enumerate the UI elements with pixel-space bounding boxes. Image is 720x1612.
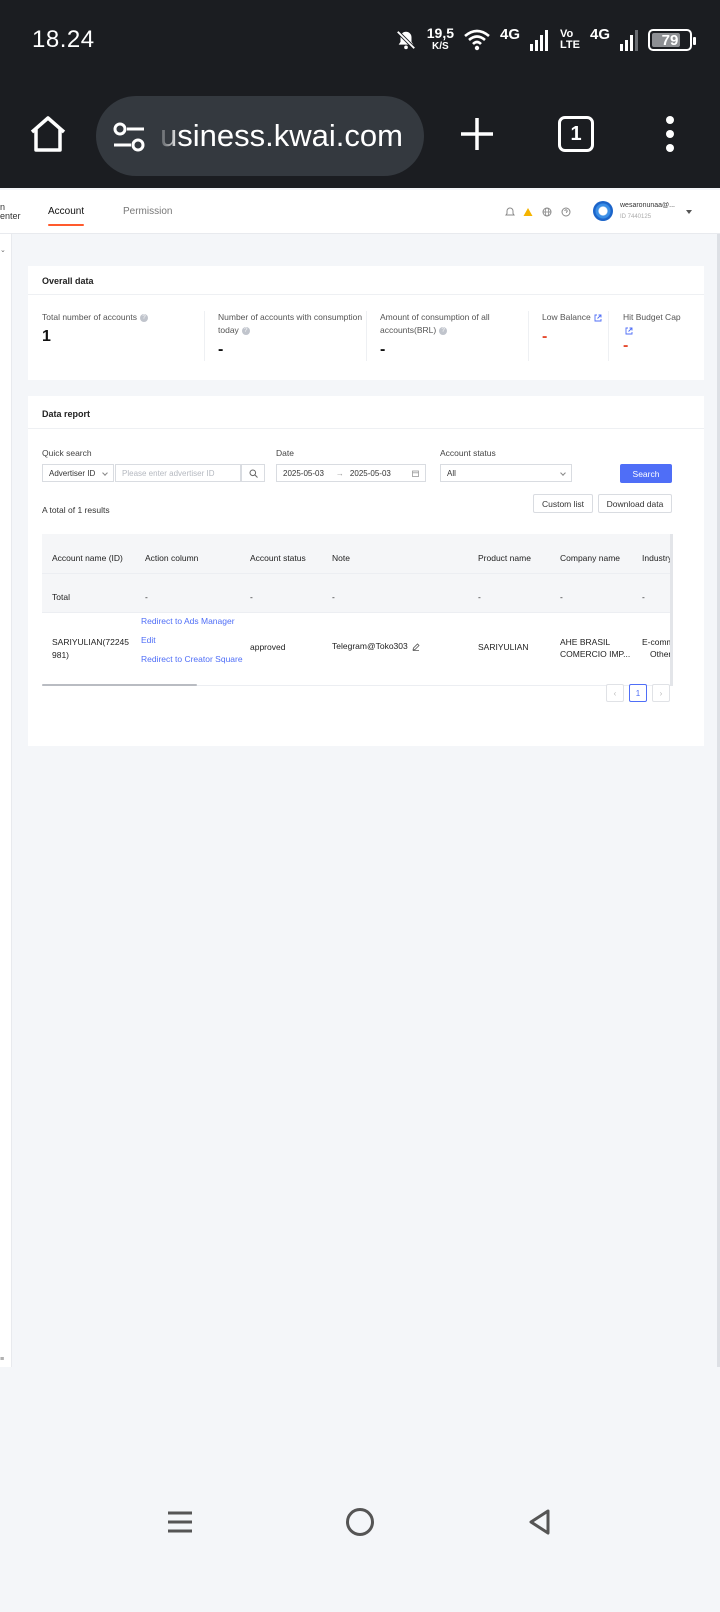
volte-indicator: Vo LTE xyxy=(560,28,580,51)
avatar[interactable] xyxy=(593,201,613,221)
quick-search-label: Quick search xyxy=(42,448,92,458)
tab-switcher-button[interactable]: 1 xyxy=(558,116,594,152)
network-type-2: 4G xyxy=(589,25,610,43)
pagination-prev[interactable]: ‹ xyxy=(606,684,624,702)
home-button-icon[interactable] xyxy=(346,1508,374,1536)
app-logo: n enter xyxy=(0,202,21,221)
custom-list-button[interactable]: Custom list xyxy=(533,494,593,513)
stat-low-balance: Low Balance - xyxy=(542,311,608,346)
status-icons: 19,5 K/S 4G Vo LTE 4G 79 xyxy=(395,24,696,56)
edit-pencil-icon[interactable] xyxy=(412,643,420,651)
redirect-creator-square-link[interactable]: Redirect to Creator Square xyxy=(141,654,243,664)
app-header: n enter Account Permission wesaronunaa@.… xyxy=(0,190,720,234)
column-header: Account status xyxy=(250,553,306,563)
help-icon[interactable]: ? xyxy=(241,326,250,335)
data-report-card: Data report Quick search Advertiser ID P… xyxy=(28,396,704,746)
search-type-select[interactable]: Advertiser ID xyxy=(42,464,114,482)
redirect-ads-manager-link[interactable]: Redirect to Ads Manager xyxy=(141,616,235,626)
globe-icon[interactable] xyxy=(542,207,552,217)
tab-permission[interactable]: Permission xyxy=(123,206,172,217)
result-count: A total of 1 results xyxy=(42,505,110,515)
total-cell: - xyxy=(250,592,253,602)
search-button[interactable]: Search xyxy=(620,464,672,483)
user-email[interactable]: wesaronunaa@... xyxy=(620,202,682,209)
download-data-button[interactable]: Download data xyxy=(598,494,672,513)
help-icon[interactable]: ? xyxy=(139,313,148,322)
external-link-icon[interactable] xyxy=(594,314,602,322)
help-icon[interactable]: ? xyxy=(439,326,448,335)
network-speed: 19,5 K/S xyxy=(426,25,454,52)
overall-data-card: Overall data Total number of accounts? 1… xyxy=(28,266,704,380)
pagination-page[interactable]: 1 xyxy=(629,684,647,702)
total-cell: - xyxy=(478,592,481,602)
overall-data-title: Overall data xyxy=(42,276,94,286)
site-settings-icon[interactable] xyxy=(112,120,146,154)
clock: 18.24 xyxy=(32,26,95,53)
sidebar-collapsed: ⌄ ≡ xyxy=(0,234,12,1367)
column-header: Account name (ID) xyxy=(52,553,123,563)
total-row-label: Total xyxy=(52,592,70,602)
search-icon-button[interactable] xyxy=(241,464,265,482)
back-icon[interactable] xyxy=(526,1508,554,1536)
date-range-picker[interactable]: 2025-05-03 → 2025-05-03 xyxy=(276,464,426,482)
data-report-title: Data report xyxy=(42,409,91,419)
system-nav-bar xyxy=(0,1480,720,1612)
chevron-down-icon[interactable] xyxy=(686,210,692,214)
total-cell: - xyxy=(642,592,645,602)
accounts-table: Account name (ID) Action column Account … xyxy=(42,534,673,686)
recent-apps-icon[interactable] xyxy=(166,1508,194,1536)
advertiser-id-input[interactable]: Please enter advertiser ID xyxy=(115,464,241,482)
account-status-label: Account status xyxy=(440,448,496,458)
column-header: Company name xyxy=(560,553,621,563)
pagination-next[interactable]: › xyxy=(652,684,670,702)
column-header: Note xyxy=(332,553,350,563)
network-type-1: 4G xyxy=(500,25,521,43)
chevron-down-icon xyxy=(560,470,566,476)
more-menu-icon[interactable] xyxy=(660,112,680,156)
signal-icon-1 xyxy=(530,30,549,51)
industry-cell: E-comm Other xyxy=(642,637,673,659)
account-status-select[interactable]: All xyxy=(440,464,572,482)
edit-link[interactable]: Edit xyxy=(141,635,156,645)
calendar-icon xyxy=(412,470,419,477)
home-icon[interactable] xyxy=(26,112,70,156)
notification-bell-icon[interactable] xyxy=(505,207,515,217)
account-status-cell: approved xyxy=(250,642,286,652)
external-link-icon[interactable] xyxy=(625,327,633,335)
table-horizontal-scrollbar[interactable] xyxy=(42,684,197,686)
chevron-down-icon xyxy=(102,470,108,476)
total-cell: - xyxy=(332,592,335,602)
browser-toolbar: usiness.kwai.com 1 xyxy=(0,80,720,188)
address-bar[interactable]: usiness.kwai.com xyxy=(96,96,424,176)
menu-icon[interactable]: ≡ xyxy=(0,1356,4,1363)
tab-account[interactable]: Account xyxy=(40,206,92,226)
user-id: ID 7440125 xyxy=(620,214,652,220)
total-cell: - xyxy=(560,592,563,602)
chevron-down-icon[interactable]: ⌄ xyxy=(0,246,6,254)
url-text[interactable]: usiness.kwai.com xyxy=(160,118,410,154)
help-circle-icon[interactable] xyxy=(561,207,571,217)
stat-accounts-consumption-today: Number of accounts with consumption toda… xyxy=(218,312,363,358)
company-name-cell: AHE BRASIL COMERCIO IMP... xyxy=(560,637,631,659)
stat-hit-budget-cap: Hit Budget Cap - xyxy=(623,312,681,354)
stat-consumption-amount: Amount of consumption of all accounts(BR… xyxy=(380,312,490,358)
note-cell: Telegram@Toko303 xyxy=(332,641,420,651)
product-name-cell: SARIYULIAN xyxy=(478,642,529,652)
stat-total-accounts: Total number of accounts? 1 xyxy=(42,311,192,346)
wifi-icon xyxy=(464,29,490,51)
battery-icon: 79 xyxy=(648,29,696,51)
status-bar: 18.24 19,5 K/S 4G Vo LTE 4G 79 xyxy=(0,0,720,80)
new-tab-icon[interactable] xyxy=(455,112,499,156)
date-label: Date xyxy=(276,448,294,458)
warning-icon[interactable] xyxy=(523,207,533,217)
account-name-cell: SARIYULIAN(72245 981) xyxy=(52,637,130,660)
signal-icon-2 xyxy=(620,30,638,51)
column-header: Action column xyxy=(145,553,199,563)
search-icon xyxy=(249,469,258,478)
column-header: Industry xyxy=(642,553,673,563)
total-cell: - xyxy=(145,592,148,602)
column-header: Product name xyxy=(478,553,531,563)
bell-off-icon xyxy=(396,30,416,50)
